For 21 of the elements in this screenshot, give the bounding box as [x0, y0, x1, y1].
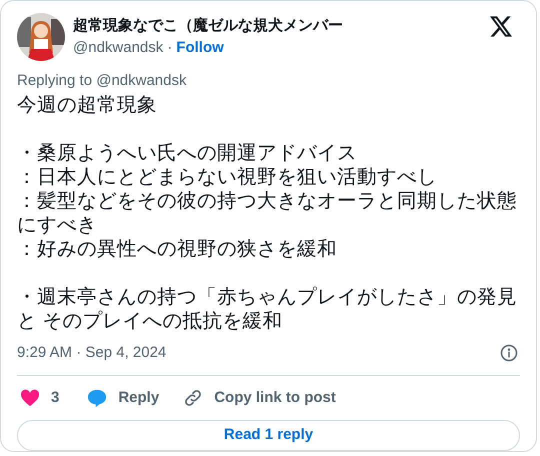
read-replies-button[interactable]: Read 1 reply: [17, 420, 520, 451]
post-text-line: ・桑原ようへい氏への開運アドバイス: [17, 141, 358, 165]
author-handle[interactable]: @ndkwandsk: [73, 38, 164, 58]
post-text-line: ：日本人にとどまらない視野を狙い活動すべし: [17, 165, 438, 189]
info-icon[interactable]: [500, 344, 518, 362]
post-text-line: 今週の超常現象: [17, 93, 158, 117]
author-name[interactable]: 超常現象なでこ（魔ゼルな規犬メンバー: [73, 16, 343, 36]
link-icon: [183, 388, 204, 408]
follow-link[interactable]: Follow: [176, 38, 224, 58]
post-text-line: ：好みの異性への視野の狭さを緩和: [17, 237, 338, 261]
separator-dot: ·: [167, 38, 172, 58]
speech-bubble-icon: [87, 388, 108, 408]
post-text-line: ：髪型などをその彼の持つ大きなオーラと同期した状態にすべき: [17, 189, 518, 237]
replying-to-text: Replying to @ndkwandsk: [17, 71, 186, 91]
heart-icon: [20, 389, 40, 408]
post-timestamp[interactable]: 9:29 AM · Sep 4, 2024: [17, 342, 166, 364]
like-count[interactable]: 3: [51, 386, 60, 410]
copy-link[interactable]: Copy link to post: [214, 386, 336, 410]
x-logo-icon[interactable]: [490, 16, 512, 37]
reply-link[interactable]: Reply: [118, 386, 160, 410]
post-text-line: ・週末亭さんの持つ「赤ちゃんプレイがしたさ」の発見と そのプレイへの抵抗を緩和: [17, 285, 518, 333]
